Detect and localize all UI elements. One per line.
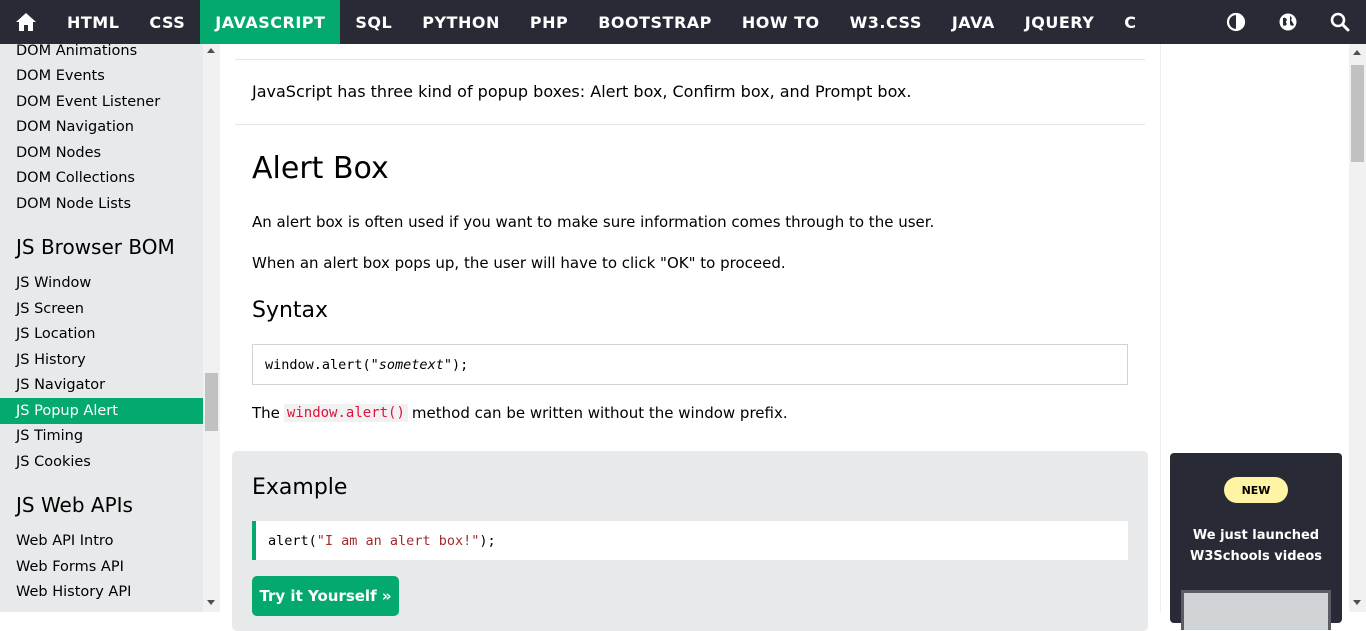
syntax-heading: Syntax: [252, 298, 329, 323]
contrast-icon: [1226, 12, 1246, 32]
page-title: Alert Box: [252, 151, 389, 186]
sidebar-item-js-window[interactable]: JS Window: [0, 271, 203, 297]
bom-links-group: JS Window JS Screen JS Location JS History J…: [0, 271, 203, 475]
top-navigation: HTML CSS JAVASCRIPT SQL PYTHON PHP BOOTSTRAP HO…: [0, 0, 1366, 44]
sidebar-item-dom-node-lists[interactable]: DOM Node Lists: [0, 191, 203, 217]
page-scrollbar-thumb[interactable]: [1351, 65, 1364, 162]
sidebar-item-web-api-intro[interactable]: Web API Intro: [0, 529, 203, 555]
divider: [235, 124, 1145, 125]
nav-item-javascript[interactable]: JAVASCRIPT: [200, 0, 341, 44]
nav-right-icons: [1210, 0, 1366, 44]
home-icon: [16, 13, 36, 31]
nav-item-html[interactable]: HTML: [52, 0, 134, 44]
sidebar-scrollbar[interactable]: [203, 44, 220, 612]
code-text: alert(: [268, 532, 317, 549]
video-thumbnail: [1181, 590, 1331, 630]
sidebar-item-js-navigator[interactable]: JS Navigator: [0, 373, 203, 399]
code-text: window.alert(": [265, 356, 379, 373]
dark-mode-button[interactable]: [1210, 0, 1262, 44]
sidebar-item-dom-navigation[interactable]: DOM Navigation: [0, 115, 203, 141]
sidebar-item-dom-nodes[interactable]: DOM Nodes: [0, 140, 203, 166]
paragraph: An alert box is often used if you want t…: [252, 213, 935, 231]
new-badge: NEW: [1224, 477, 1288, 503]
divider: [235, 59, 1145, 60]
code-italic: sometext: [378, 356, 444, 373]
sidebar-scroll-down-icon[interactable]: [207, 600, 215, 605]
webapi-links-group: Web API Intro Web Forms API Web History AP…: [0, 529, 203, 606]
sidebar-heading-bom: JS Browser BOM: [16, 234, 175, 259]
language-button[interactable]: [1262, 0, 1314, 44]
sidebar-item-js-history[interactable]: JS History: [0, 347, 203, 373]
search-button[interactable]: [1314, 0, 1366, 44]
nav-item-sql[interactable]: SQL: [340, 0, 407, 44]
example-code-block: alert("I am an alert box!");: [252, 521, 1128, 560]
sidebar-heading-webapis: JS Web APIs: [16, 492, 133, 517]
nav-item-c[interactable]: C: [1109, 0, 1151, 44]
sidebar-item-dom-event-listener[interactable]: DOM Event Listener: [0, 89, 203, 115]
sidebar-item-web-forms-api[interactable]: Web Forms API: [0, 554, 203, 580]
left-sidebar: DOM Animations DOM Events DOM Event Listen…: [0, 44, 203, 612]
page-scroll-up-icon[interactable]: [1353, 50, 1361, 55]
intro-text: JavaScript has three kind of popup boxes…: [252, 82, 912, 101]
globe-icon: [1279, 13, 1297, 31]
nav-item-php[interactable]: PHP: [515, 0, 583, 44]
nav-item-jquery[interactable]: JQUERY: [1010, 0, 1110, 44]
promo-line: We just launched: [1192, 528, 1320, 543]
sidebar-scroll-up-icon[interactable]: [207, 48, 215, 53]
paragraph-text: method can be written without the window…: [411, 404, 788, 422]
promo-text: We just launched W3Schools videos: [1170, 525, 1342, 567]
inline-code: window.alert(): [283, 404, 408, 422]
page-scroll-down-icon[interactable]: [1353, 600, 1361, 605]
sidebar-item-dom-collections[interactable]: DOM Collections: [0, 166, 203, 192]
code-string: "I am an alert box!": [316, 532, 480, 549]
main-content: JavaScript has three kind of popup boxes…: [220, 44, 1160, 631]
nav-item-java[interactable]: JAVA: [937, 0, 1010, 44]
example-box: Example alert("I am an alert box!"); Try…: [232, 451, 1148, 631]
sidebar-item-js-screen[interactable]: JS Screen: [0, 296, 203, 322]
nav-item-how-to[interactable]: HOW TO: [727, 0, 835, 44]
sidebar-item-js-timing[interactable]: JS Timing: [0, 424, 203, 450]
search-icon: [1330, 12, 1350, 32]
code-text: );: [479, 532, 496, 549]
nav-links: HTML CSS JAVASCRIPT SQL PYTHON PHP BOOTSTRAP HO…: [52, 0, 1152, 44]
nav-item-bootstrap[interactable]: BOOTSTRAP: [583, 0, 727, 44]
paragraph: The window.alert() method can be written…: [252, 404, 788, 422]
syntax-code-block: window.alert(" sometext ");: [252, 344, 1128, 385]
nav-item-css[interactable]: CSS: [134, 0, 200, 44]
paragraph-text: The: [252, 404, 280, 422]
video-promo-banner[interactable]: NEW We just launched W3Schools videos: [1170, 453, 1342, 630]
right-column: NEW We just launched W3Schools videos: [1160, 44, 1349, 630]
nav-item-python[interactable]: PYTHON: [407, 0, 515, 44]
sidebar-item-js-cookies[interactable]: JS Cookies: [0, 449, 203, 475]
paragraph: When an alert box pops up, the user will…: [252, 254, 786, 272]
try-it-yourself-button[interactable]: Try it Yourself »: [252, 576, 399, 616]
home-button[interactable]: [0, 0, 52, 44]
sidebar-item-dom-events[interactable]: DOM Events: [0, 64, 203, 90]
nav-item-w3-css[interactable]: W3.CSS: [835, 0, 937, 44]
sidebar-item-js-popup-alert[interactable]: JS Popup Alert: [0, 398, 203, 424]
sidebar-item-js-location[interactable]: JS Location: [0, 322, 203, 348]
sidebar-item-web-history-api[interactable]: Web History API: [0, 580, 203, 606]
example-title: Example: [252, 475, 348, 500]
sidebar-item-dom-animations[interactable]: DOM Animations: [0, 44, 203, 64]
promo-line: W3Schools videos: [1189, 549, 1322, 564]
sidebar-scrollbar-thumb[interactable]: [205, 373, 218, 431]
code-text: ");: [443, 356, 469, 373]
dom-links-group: DOM Animations DOM Events DOM Event Listen…: [0, 44, 203, 217]
